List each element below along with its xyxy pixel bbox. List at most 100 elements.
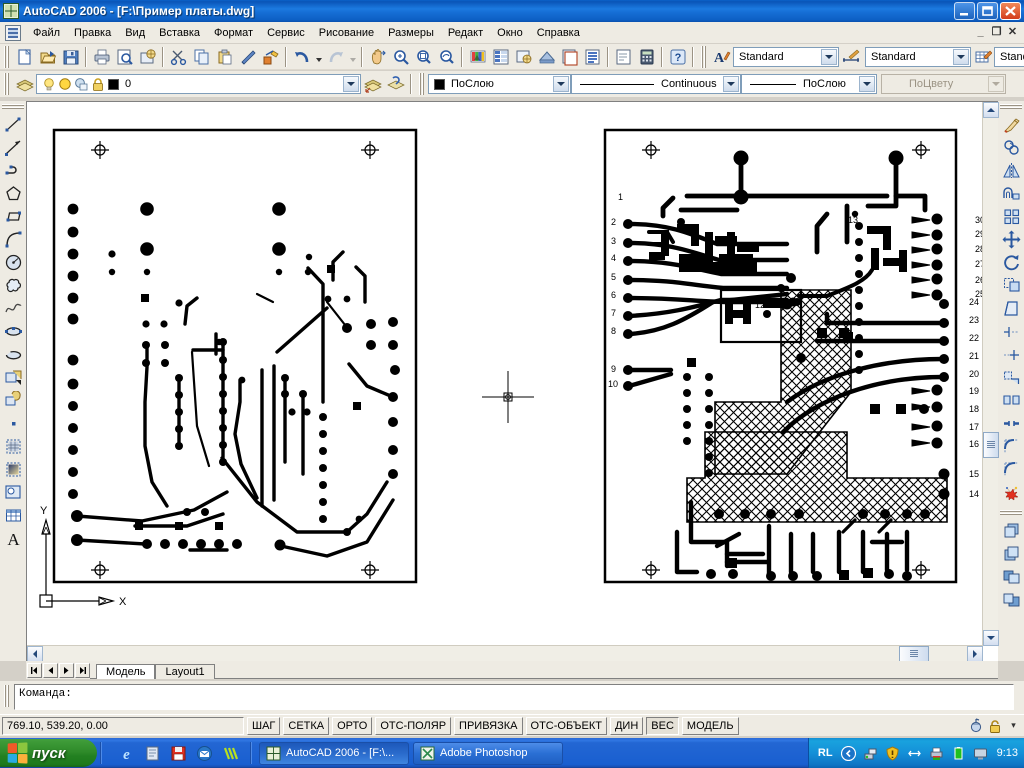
move-icon[interactable] xyxy=(999,228,1023,251)
designcenter-icon[interactable] xyxy=(535,46,558,68)
revision-cloud-icon[interactable] xyxy=(1,274,25,297)
hatch-icon[interactable] xyxy=(1,435,25,458)
copy-object-icon[interactable] xyxy=(999,136,1023,159)
zoom-previous-icon[interactable] xyxy=(435,46,458,68)
network-icon[interactable] xyxy=(862,745,879,762)
menu-format[interactable]: Формат xyxy=(207,24,260,42)
linetype-control-combo[interactable]: Continuous xyxy=(571,74,741,94)
floppy-save-icon[interactable] xyxy=(168,743,188,763)
horizontal-scroll-thumb[interactable] xyxy=(899,646,929,662)
maximize-restore-button[interactable] xyxy=(977,2,998,20)
printer-icon[interactable] xyxy=(928,745,945,762)
pan-realtime-icon[interactable] xyxy=(366,46,389,68)
mdi-close-button[interactable]: ✕ xyxy=(1005,26,1020,40)
fillet-icon[interactable] xyxy=(999,458,1023,481)
gradient-icon[interactable] xyxy=(1,458,25,481)
rectangle-icon[interactable] xyxy=(1,205,25,228)
modify-toolbar-grip[interactable] xyxy=(1000,103,1022,110)
dimension-style-icon[interactable] xyxy=(839,46,865,68)
bring-to-front-icon[interactable] xyxy=(999,519,1023,542)
menu-insert[interactable]: Вставка xyxy=(152,24,207,42)
save-icon[interactable] xyxy=(59,46,82,68)
tab-layout1[interactable]: Layout1 xyxy=(155,664,215,679)
lineweight-control-combo[interactable]: ПоСлою xyxy=(741,74,877,94)
taskbar-autocad[interactable]: AutoCAD 2006 - [F:\... xyxy=(259,741,409,765)
layer-control-combo[interactable]: 0 xyxy=(36,74,361,94)
scroll-left-button[interactable] xyxy=(27,646,43,662)
stretch-icon[interactable] xyxy=(999,297,1023,320)
mdi-minimize-button[interactable]: _ xyxy=(973,26,988,40)
scale-icon[interactable] xyxy=(999,274,1023,297)
sheetset-icon[interactable] xyxy=(581,46,604,68)
tab-next-button[interactable] xyxy=(59,663,74,678)
polyline-icon[interactable] xyxy=(1,159,25,182)
status-lineweight[interactable]: ВЕС xyxy=(646,716,679,735)
battery-icon[interactable] xyxy=(950,745,967,762)
close-button[interactable] xyxy=(1000,2,1021,20)
break-icon[interactable] xyxy=(999,389,1023,412)
erase-icon[interactable] xyxy=(999,113,1023,136)
text-style-combo[interactable]: Standard xyxy=(733,46,839,67)
redo-dropdown-icon[interactable] xyxy=(347,46,358,68)
table-style-icon[interactable] xyxy=(971,46,994,68)
send-to-back-icon[interactable] xyxy=(999,542,1023,565)
coordinate-display[interactable]: 769.10, 539.20, 0.00 xyxy=(2,716,244,735)
array-icon[interactable] xyxy=(999,205,1023,228)
layer-properties-manager-icon[interactable] xyxy=(13,73,36,95)
chevron-down-icon[interactable] xyxy=(723,76,739,92)
block-editor-icon[interactable] xyxy=(259,46,282,68)
tab-first-button[interactable] xyxy=(27,663,42,678)
send-under-object-icon[interactable] xyxy=(999,588,1023,611)
status-snap[interactable]: ШАГ xyxy=(247,716,281,735)
new-icon[interactable] xyxy=(13,46,36,68)
show-desktop-icon[interactable] xyxy=(142,743,162,763)
break-at-point-icon[interactable] xyxy=(999,366,1023,389)
ellipse-icon[interactable] xyxy=(1,320,25,343)
vertical-scrollbar[interactable] xyxy=(982,102,999,646)
vertical-scroll-thumb[interactable] xyxy=(983,432,999,458)
command-line-input[interactable]: Команда: xyxy=(14,684,1014,710)
scroll-up-button[interactable] xyxy=(983,102,999,118)
document-icon[interactable] xyxy=(5,24,21,41)
copy-icon[interactable] xyxy=(190,46,213,68)
render-icon[interactable] xyxy=(466,46,489,68)
layers-toolbar-grip[interactable] xyxy=(3,73,10,95)
polygon-icon[interactable] xyxy=(1,182,25,205)
chevron-down-icon[interactable] xyxy=(953,48,969,65)
redo-icon[interactable] xyxy=(324,46,347,68)
dc-online-icon[interactable] xyxy=(512,46,535,68)
zoom-window-icon[interactable] xyxy=(412,46,435,68)
table-style-combo[interactable]: Standard xyxy=(994,46,1024,67)
undo-icon[interactable] xyxy=(290,46,313,68)
table-icon[interactable] xyxy=(1,504,25,527)
circle-icon[interactable] xyxy=(1,251,25,274)
drawing-area[interactable]: 1 2 3 4 5 6 7 8 9 10 12 13 3 2 2 2 2 2 2… xyxy=(26,101,999,662)
tool-palettes-icon[interactable] xyxy=(558,46,581,68)
join-icon[interactable] xyxy=(999,412,1023,435)
cut-icon[interactable] xyxy=(167,46,190,68)
explode-icon[interactable] xyxy=(999,481,1023,504)
taskbar-clock[interactable]: 9:13 xyxy=(997,747,1018,759)
scroll-down-button[interactable] xyxy=(983,630,999,646)
region-icon[interactable] xyxy=(1,481,25,504)
spline-icon[interactable] xyxy=(1,297,25,320)
model-space-canvas[interactable]: 1 2 3 4 5 6 7 8 9 10 12 13 3 2 2 2 2 2 2… xyxy=(27,102,983,646)
arc-icon[interactable] xyxy=(1,228,25,251)
menu-edit[interactable]: Правка xyxy=(67,24,118,42)
ellipse-arc-icon[interactable] xyxy=(1,343,25,366)
markup-icon[interactable] xyxy=(612,46,635,68)
usb-icon[interactable] xyxy=(906,745,923,762)
security-alert-icon[interactable] xyxy=(884,745,901,762)
point-icon[interactable] xyxy=(1,412,25,435)
chevron-down-icon[interactable] xyxy=(821,48,837,65)
language-indicator[interactable]: RL xyxy=(818,747,833,759)
insert-block-icon[interactable] xyxy=(1,366,25,389)
chevron-down-icon[interactable] xyxy=(859,76,875,92)
layer-previous-icon[interactable] xyxy=(361,73,384,95)
communication-center-icon[interactable] xyxy=(967,717,984,734)
draworder-toolbar-grip[interactable] xyxy=(1000,509,1022,516)
menu-tools[interactable]: Сервис xyxy=(260,24,312,42)
dimension-style-combo[interactable]: Standard xyxy=(865,46,971,67)
paste-icon[interactable] xyxy=(213,46,236,68)
trim-icon[interactable] xyxy=(999,320,1023,343)
